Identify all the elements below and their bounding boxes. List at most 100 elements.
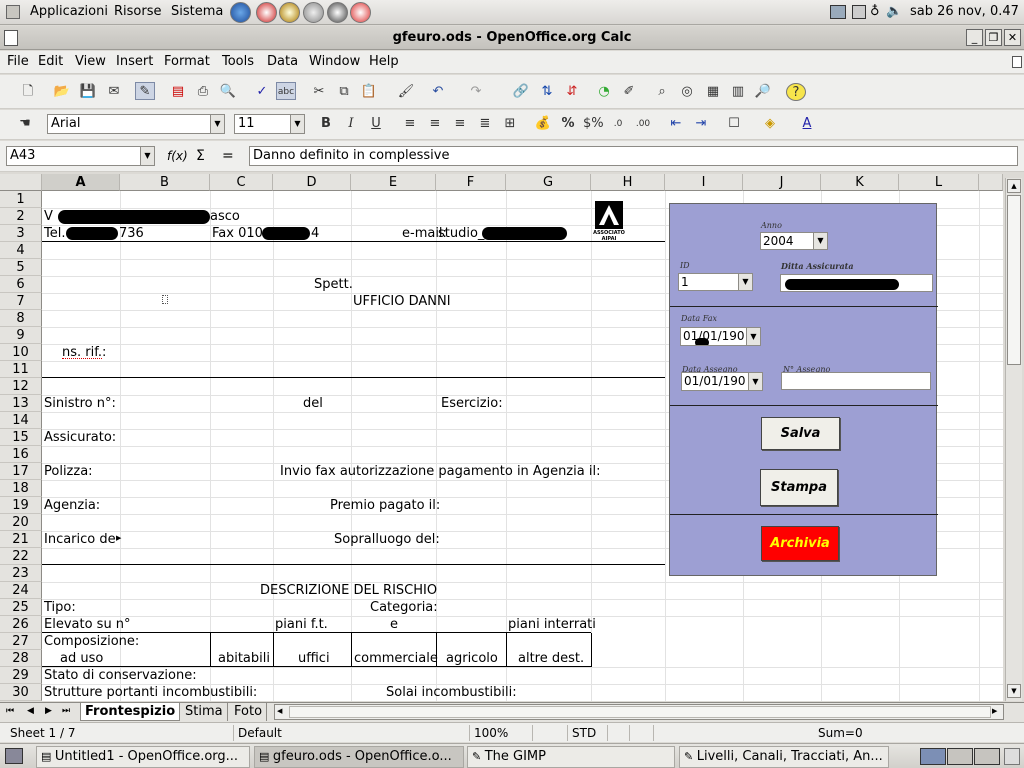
gnome-foot-icon[interactable]: [6, 5, 20, 19]
export-pdf-icon[interactable]: ▤: [168, 83, 188, 101]
tab-foto[interactable]: Foto: [230, 703, 268, 721]
autospellcheck-icon[interactable]: abc: [276, 82, 296, 100]
chevron-down-icon[interactable]: ▼: [290, 115, 304, 133]
increase-indent-icon[interactable]: ⇥: [691, 115, 711, 133]
volume-icon[interactable]: 🔈: [886, 4, 902, 19]
id-select[interactable]: 1 ▼: [678, 273, 753, 291]
column-header-k[interactable]: K: [821, 174, 899, 191]
paste-icon[interactable]: 📋: [359, 83, 379, 101]
underline-button[interactable]: U: [366, 115, 386, 133]
horizontal-scroll-thumb[interactable]: [289, 706, 991, 718]
menu-file[interactable]: File: [7, 54, 29, 69]
task-gfeuro[interactable]: ▤ gfeuro.ods - OpenOffice.o...: [254, 746, 464, 768]
formula-input[interactable]: Danno definito in complessive: [249, 146, 1018, 166]
vertical-scrollbar[interactable]: ▲ ▼: [1005, 178, 1022, 701]
row-header[interactable]: 8: [0, 310, 42, 327]
open-folder-icon[interactable]: 📂: [52, 83, 72, 101]
power-icon[interactable]: ♁: [870, 4, 880, 19]
function-icon[interactable]: =: [222, 148, 234, 164]
row-header[interactable]: 2: [0, 208, 42, 225]
name-box[interactable]: A43 ▼: [6, 146, 155, 166]
sort-descending-icon[interactable]: ⇵: [562, 83, 582, 101]
tab-stima[interactable]: Stima: [181, 703, 228, 721]
help-launcher-icon[interactable]: [350, 2, 371, 23]
row-header[interactable]: 1: [0, 191, 42, 208]
column-header-h[interactable]: H: [591, 174, 665, 191]
gallery-icon[interactable]: ▦: [703, 83, 723, 101]
tool-launcher-icon[interactable]: [303, 2, 324, 23]
row-header[interactable]: 29: [0, 667, 42, 684]
restore-button[interactable]: ❐: [985, 29, 1002, 46]
scroll-thumb[interactable]: [1007, 195, 1021, 365]
column-header-a[interactable]: A: [42, 174, 120, 191]
stampa-button[interactable]: Stampa: [760, 469, 838, 506]
next-sheet-icon[interactable]: ▶: [45, 706, 52, 716]
align-left-icon[interactable]: ≡: [400, 115, 420, 133]
anno-select[interactable]: 2004 ▼: [760, 232, 828, 250]
row-header[interactable]: 18: [0, 480, 42, 497]
menu-format[interactable]: Format: [164, 54, 210, 69]
menu-edit[interactable]: Edit: [38, 54, 63, 69]
sum-icon[interactable]: Σ: [196, 148, 205, 164]
merge-cells-icon[interactable]: ⊞: [500, 115, 520, 133]
show-desktop-icon[interactable]: [5, 748, 23, 764]
scroll-up-icon[interactable]: ▲: [1007, 179, 1021, 193]
find-replace-icon[interactable]: ⌕: [652, 83, 672, 101]
column-header-d[interactable]: D: [273, 174, 351, 191]
column-header-e[interactable]: E: [351, 174, 436, 191]
row-header[interactable]: 26: [0, 616, 42, 633]
row-header[interactable]: 13: [0, 395, 42, 412]
function-wizard-icon[interactable]: f(x): [167, 149, 188, 163]
task-untitled1[interactable]: ▤ Untitled1 - OpenOffice.org...: [36, 746, 250, 768]
row-header[interactable]: 9: [0, 327, 42, 344]
column-header-m[interactable]: [979, 174, 1003, 191]
menu-help[interactable]: Help: [369, 54, 399, 69]
row-header[interactable]: 10: [0, 344, 42, 361]
data-assegno-select[interactable]: 01/01/190 ▼: [681, 372, 763, 391]
row-header[interactable]: 23: [0, 565, 42, 582]
select-all-corner[interactable]: [0, 174, 42, 191]
row-header[interactable]: 22: [0, 548, 42, 565]
row-header[interactable]: 20: [0, 514, 42, 531]
ditta-input[interactable]: [780, 274, 933, 292]
opera-launcher-icon[interactable]: [256, 2, 277, 23]
row-header[interactable]: 30: [0, 684, 42, 701]
close-button[interactable]: ✕: [1004, 29, 1021, 46]
workspace-3[interactable]: [974, 748, 1000, 765]
draw-functions-icon[interactable]: ✐: [619, 83, 639, 101]
copy-icon[interactable]: ⧉: [334, 83, 354, 101]
scroll-right-icon[interactable]: ▶: [992, 707, 997, 715]
chevron-down-icon[interactable]: ▼: [140, 147, 154, 165]
app-launcher-icon[interactable]: [279, 2, 300, 23]
chevron-down-icon[interactable]: ▼: [748, 373, 762, 390]
row-header[interactable]: 4: [0, 242, 42, 259]
row-header[interactable]: 25: [0, 599, 42, 616]
help-icon[interactable]: ?: [786, 83, 806, 101]
first-sheet-icon[interactable]: ⏮: [6, 706, 14, 716]
tab-frontespizio[interactable]: Frontespizio: [80, 703, 181, 721]
scroll-down-icon[interactable]: ▼: [1007, 684, 1021, 698]
new-document-icon[interactable]: 🗋: [18, 83, 38, 101]
print-icon[interactable]: ⎙: [193, 83, 213, 101]
system-menu[interactable]: Sistema: [171, 4, 223, 19]
edit-file-icon[interactable]: ✎: [135, 82, 155, 100]
browser-launcher-icon[interactable]: [230, 2, 251, 23]
hyperlink-icon[interactable]: 🔗: [511, 83, 531, 101]
task-gimp[interactable]: ✎ The GIMP: [467, 746, 675, 768]
menu-data[interactable]: Data: [267, 54, 298, 69]
column-header-b[interactable]: B: [120, 174, 210, 191]
gimp-launcher-icon[interactable]: [327, 2, 348, 23]
clock[interactable]: sab 26 nov, 0.47: [910, 4, 1019, 19]
menu-tools[interactable]: Tools: [222, 54, 254, 69]
print-preview-icon[interactable]: 🔍: [218, 83, 238, 101]
sort-ascending-icon[interactable]: ⇅: [537, 83, 557, 101]
add-decimal-icon[interactable]: .0: [608, 115, 628, 133]
row-header[interactable]: 3: [0, 225, 42, 242]
zoom-level[interactable]: 100%: [470, 725, 533, 741]
task-gimp-layers[interactable]: ✎ Livelli, Canali, Tracciati, An...: [679, 746, 889, 768]
last-sheet-icon[interactable]: ⏭: [62, 706, 70, 716]
page-style[interactable]: Default: [234, 725, 470, 741]
column-header-f[interactable]: F: [436, 174, 506, 191]
window-titlebar[interactable]: gfeuro.ods - OpenOffice.org Calc _ ❐ ✕: [0, 26, 1024, 50]
column-header-j[interactable]: J: [743, 174, 821, 191]
